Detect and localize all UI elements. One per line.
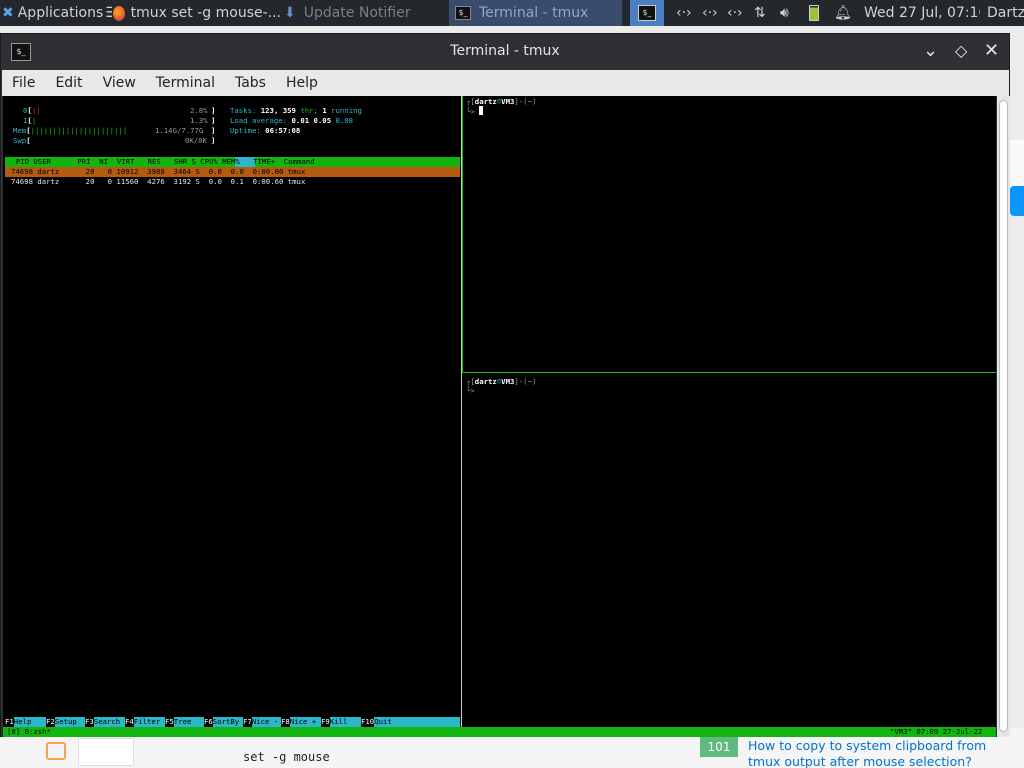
swap-value: 0K/0K [185, 136, 207, 145]
function-key-f8[interactable]: F8 [281, 717, 290, 727]
terminal-icon: $_ [455, 6, 471, 20]
network-icon[interactable]: ‹·› [727, 0, 749, 26]
tmux-status-bar [3, 727, 996, 737]
title-bar[interactable]: $_ Terminal - tmux ⌄ ◇ ✕ [1, 34, 1009, 70]
function-key-f1[interactable]: F1 [5, 717, 14, 727]
applications-label: Applications [17, 5, 104, 21]
load-line: Load average: 0.01 0.05 0.08 [230, 116, 354, 125]
function-key-f6[interactable]: F6 [204, 717, 213, 727]
cpu0-value: 2.8% [190, 106, 208, 115]
function-key-label[interactable]: Setup [54, 717, 85, 727]
terminal-content[interactable]: 0[|| 2.8% ] 1[| 1.3% ] Mem[|||||||||||||… [3, 96, 996, 737]
scrollbar[interactable] [997, 96, 1010, 737]
active-pane-border [462, 96, 463, 372]
xfce-logo-icon: ✖ [2, 5, 14, 21]
terminal-window: $_ Terminal - tmux ⌄ ◇ ✕ File Edit View … [0, 33, 1010, 737]
cpu0-meter: 0[|| [23, 106, 41, 115]
function-key-f5[interactable]: F5 [165, 717, 174, 727]
terminal-icon: $_ [638, 5, 656, 21]
tmux-status-left: [0] 0:zsh* [7, 727, 51, 736]
function-key-f2[interactable]: F2 [46, 717, 55, 727]
cpu1-value: 1.3% [190, 116, 208, 125]
background-button[interactable] [1010, 186, 1024, 216]
minimize-chevron-icon[interactable]: ⌄ [923, 40, 938, 61]
menu-file[interactable]: File [2, 75, 45, 91]
scrollbar-thumb[interactable] [999, 100, 1008, 732]
function-key-label[interactable]: Tree [173, 717, 204, 727]
code-snippet: set -g mouse [243, 750, 330, 764]
download-arrow-icon: ⬇ [284, 5, 296, 21]
taskbar: ✖ Applications ☰ tmux set -g mouse-... ⬇… [0, 0, 1024, 26]
bottom-pane-prompt[interactable]: ┌[dartz☺VM3]-(~) [466, 377, 536, 387]
function-key-f3[interactable]: F3 [85, 717, 94, 727]
battery-icon[interactable] [809, 0, 823, 26]
mem-meter: Mem[|||||||||||||||||||||| [13, 126, 128, 135]
tmux-status-right: "VM3" 07:09 27-Jul-22 [890, 727, 983, 736]
maximize-diamond-icon[interactable]: ◇ [955, 41, 967, 60]
function-key-bar: F1 Help F2 Setup F3 Search F4 Filter F5 Tree F6 Sor… [5, 717, 460, 727]
function-key-label[interactable]: Nice + [289, 717, 321, 727]
transfer-arrows-icon[interactable]: ⇅ [754, 0, 774, 26]
network-icon[interactable]: ‹·› [702, 0, 724, 26]
task-terminal[interactable]: $_ Terminal - tmux [449, 0, 622, 26]
function-key-label[interactable]: Filter [133, 717, 165, 727]
task-update-label: Update Notifier [303, 5, 411, 21]
function-key-label[interactable]: Quit [374, 717, 460, 727]
mem-value: 1.14G/7.77G [155, 126, 204, 135]
firefox-icon [113, 5, 125, 21]
background-widget [78, 738, 134, 766]
function-key-f4[interactable]: F4 [125, 717, 134, 727]
linked-question[interactable]: How to copy to system clipboard from tmu… [748, 738, 1010, 768]
window-title: Terminal - tmux [450, 43, 560, 59]
comment-icon[interactable] [46, 742, 66, 760]
close-icon[interactable]: ✕ [984, 40, 999, 61]
notification-bell-icon[interactable]: 🔔︎ [834, 0, 852, 26]
swap-meter: Swp[ [13, 136, 31, 145]
user-menu[interactable]: Dartz [987, 0, 1024, 26]
process-row[interactable]: 74698 dartz 20 0 11560 4276 3192 S 0.0 0… [11, 177, 305, 187]
top-pane-cursor-line[interactable]: └> [466, 106, 484, 117]
menu-terminal[interactable]: Terminal [146, 75, 225, 91]
workspace-terminal-launcher[interactable]: $_ [630, 0, 664, 26]
applications-menu[interactable]: ✖ Applications ☰ [2, 0, 112, 26]
menu-tabs[interactable]: Tabs [225, 75, 276, 91]
task-firefox[interactable]: tmux set -g mouse-... [113, 0, 281, 26]
task-terminal-label: Terminal - tmux [479, 5, 589, 21]
menu-view[interactable]: View [93, 75, 146, 91]
task-update-notifier[interactable]: ⬇ Update Notifier [284, 0, 444, 26]
menu-edit[interactable]: Edit [45, 75, 92, 91]
function-key-label[interactable]: Kill [329, 717, 361, 727]
process-row[interactable]: 74698 dartz 20 0 10912 3988 3464 S 0.0 0… [11, 167, 305, 177]
function-key-label[interactable]: SortBy [212, 717, 243, 727]
function-key-f10[interactable]: F10 [361, 717, 374, 727]
tasks-line: Tasks: 123, 359 thr; 1 running [230, 106, 362, 115]
menu-bar: File Edit View Terminal Tabs Help [2, 70, 1009, 96]
function-key-label[interactable]: Nice - [251, 717, 281, 727]
background-page-edge [1008, 140, 1024, 186]
clock[interactable]: Wed 27 Jul, 07:10 [864, 0, 980, 26]
function-key-label[interactable]: Help [13, 717, 46, 727]
volume-icon[interactable]: 🔊︎ [780, 0, 800, 26]
vote-count-badge: 101 [700, 737, 738, 757]
pane-divider-horizontal [462, 372, 996, 373]
clock-label: Wed 27 Jul, 07:10 [864, 5, 980, 21]
network-icon[interactable]: ‹·› [676, 0, 698, 26]
uptime-line: Uptime: 06:57:08 [230, 126, 301, 135]
cpu1-meter: 1[| [23, 116, 37, 125]
function-key-f9[interactable]: F9 [321, 717, 330, 727]
bottom-pane-cursor-line[interactable]: └> [466, 386, 475, 396]
user-label: Dartz [987, 5, 1024, 21]
menu-help[interactable]: Help [276, 75, 328, 91]
function-key-f7[interactable]: F7 [243, 717, 252, 727]
task-firefox-label: tmux set -g mouse-... [130, 5, 281, 21]
process-table-header[interactable]: PID USER PRI NI VIRT RES SHR S CPU% MEM%… [7, 157, 315, 167]
function-key-label[interactable]: Search [93, 717, 125, 727]
